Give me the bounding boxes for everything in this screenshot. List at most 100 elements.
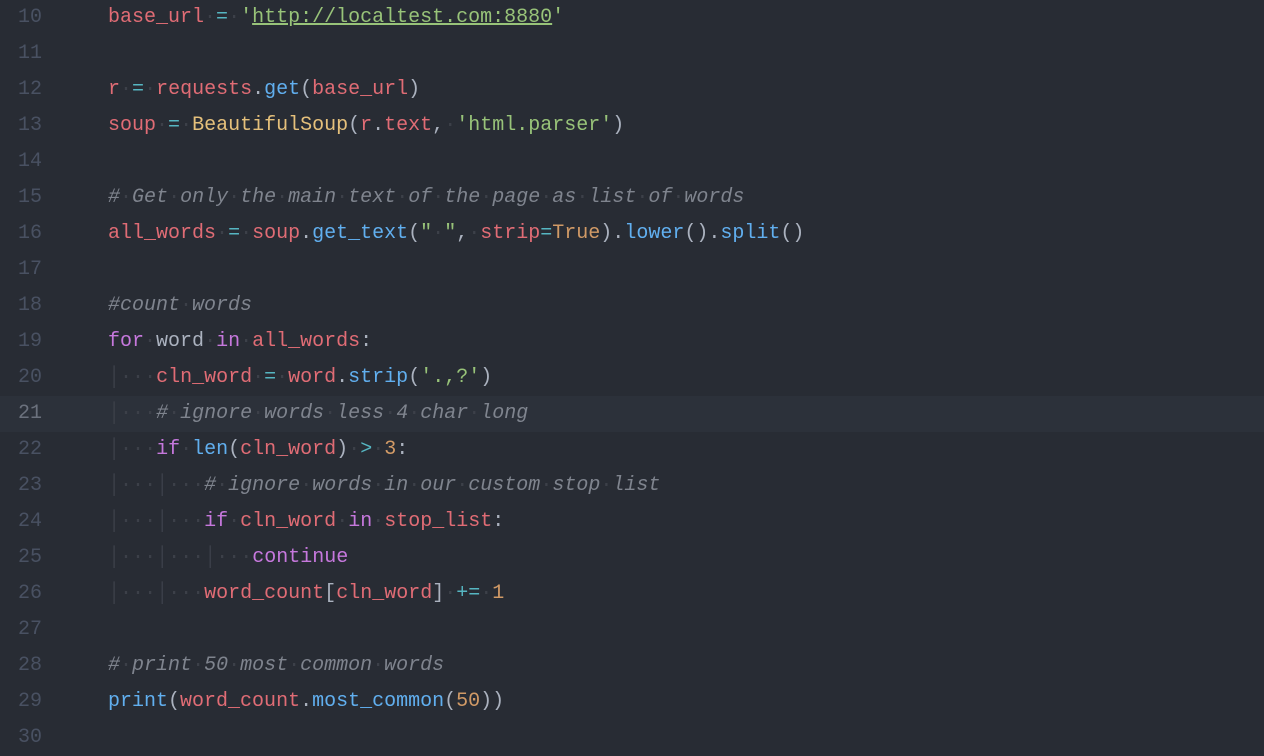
line-number[interactable]: 28 — [0, 648, 60, 684]
token: 4 — [396, 402, 408, 425]
line-number[interactable]: 23 — [0, 468, 60, 504]
code-line[interactable]: 29 print(word_count.most_common(50)) — [0, 684, 1264, 720]
token: ) — [600, 222, 612, 245]
line-content[interactable]: #·print·50·most·common·words — [60, 648, 1264, 684]
line-number[interactable]: 10 — [0, 0, 60, 36]
token: # — [156, 402, 168, 425]
line-number[interactable]: 24 — [0, 504, 60, 540]
line-content[interactable]: print(word_count.most_common(50)) — [60, 684, 1264, 720]
line-number[interactable]: 29 — [0, 684, 60, 720]
line-content[interactable]: │···if·len(cln_word)·>·3: — [60, 432, 1264, 468]
line-content[interactable]: soup·=·BeautifulSoup(r.text,·'html.parse… — [60, 108, 1264, 144]
token: · — [180, 294, 192, 317]
line-number[interactable]: 30 — [0, 720, 60, 756]
line-number[interactable]: 26 — [0, 576, 60, 612]
token: │ — [156, 540, 168, 576]
line-number[interactable]: 12 — [0, 72, 60, 108]
line-content[interactable]: │···cln_word·=·word.strip('.,?') — [60, 360, 1264, 396]
token: most_common — [312, 690, 444, 713]
code-line[interactable]: 14 — [0, 144, 1264, 180]
line-number[interactable]: 19 — [0, 324, 60, 360]
token: all_words — [108, 222, 216, 245]
token: : — [360, 330, 372, 353]
token: · — [120, 654, 132, 677]
line-content[interactable]: r·=·requests.get(base_url) — [60, 72, 1264, 108]
code-line[interactable]: 18 #count·words — [0, 288, 1264, 324]
line-content[interactable]: all_words·=·soup.get_text("·",·strip=Tru… — [60, 216, 1264, 252]
token: · — [240, 546, 252, 569]
token: #count — [108, 294, 180, 317]
code-line[interactable]: 30 — [0, 720, 1264, 756]
line-number[interactable]: 25 — [0, 540, 60, 576]
token: base_url — [312, 78, 408, 101]
line-number[interactable]: 17 — [0, 252, 60, 288]
code-line[interactable]: 16 all_words·=·soup.get_text("·",·strip=… — [0, 216, 1264, 252]
token: · — [456, 474, 468, 497]
line-content[interactable]: #count·words — [60, 288, 1264, 324]
token: · — [480, 582, 492, 605]
token: = — [216, 6, 228, 29]
token: > — [360, 438, 372, 461]
token: ( — [348, 114, 360, 137]
line-content[interactable]: base_url·=·'http://localtest.com:8880' — [60, 0, 1264, 36]
token: ) — [492, 690, 504, 713]
code-line[interactable]: 28 #·print·50·most·common·words — [0, 648, 1264, 684]
line-content[interactable]: │···│···word_count[cln_word]·+=·1 — [60, 576, 1264, 612]
line-number[interactable]: 21 — [0, 396, 60, 432]
token: · — [204, 6, 216, 29]
token: split — [720, 222, 780, 245]
token: · — [120, 402, 132, 425]
code-line[interactable]: 25 │···│···│···continue — [0, 540, 1264, 576]
code-line[interactable]: 26 │···│···word_count[cln_word]·+=·1 — [0, 576, 1264, 612]
line-number[interactable]: 11 — [0, 36, 60, 72]
token: page — [492, 186, 540, 209]
token: · — [168, 582, 180, 605]
code-line[interactable]: 13 soup·=·BeautifulSoup(r.text,·'html.pa… — [0, 108, 1264, 144]
token: · — [228, 510, 240, 533]
code-line[interactable]: 10 base_url·=·'http://localtest.com:8880… — [0, 0, 1264, 36]
code-line[interactable]: 19 for·word·in·all_words: — [0, 324, 1264, 360]
token: word_count — [204, 582, 324, 605]
code-line[interactable]: 23 │···│···#·ignore·words·in·our·custom·… — [0, 468, 1264, 504]
token: of — [408, 186, 432, 209]
token: · — [144, 366, 156, 389]
code-line[interactable]: 11 — [0, 36, 1264, 72]
line-content[interactable]: for·word·in·all_words: — [60, 324, 1264, 360]
code-editor[interactable]: 10 base_url·=·'http://localtest.com:8880… — [0, 0, 1264, 754]
token: ) — [612, 114, 624, 137]
token: · — [192, 510, 204, 533]
code-line[interactable]: 17 — [0, 252, 1264, 288]
line-number[interactable]: 27 — [0, 612, 60, 648]
line-content[interactable]: │···│···if·cln_word·in·stop_list: — [60, 504, 1264, 540]
code-line[interactable]: 21 │···#·ignore·words·less·4·char·long — [0, 396, 1264, 432]
code-line[interactable]: 20 │···cln_word·=·word.strip('.,?') — [0, 360, 1264, 396]
line-number[interactable]: 15 — [0, 180, 60, 216]
code-line[interactable]: 12 r·=·requests.get(base_url) — [0, 72, 1264, 108]
code-line[interactable]: 22 │···if·len(cln_word)·>·3: — [0, 432, 1264, 468]
token: of — [648, 186, 672, 209]
token: · — [144, 402, 156, 425]
line-number[interactable]: 16 — [0, 216, 60, 252]
code-line[interactable]: 27 — [0, 612, 1264, 648]
code-line[interactable]: 24 │···│···if·cln_word·in·stop_list: — [0, 504, 1264, 540]
line-number[interactable]: 20 — [0, 360, 60, 396]
code-line[interactable]: 15 #·Get·only·the·main·text·of·the·page·… — [0, 180, 1264, 216]
line-content[interactable]: #·Get·only·the·main·text·of·the·page·as·… — [60, 180, 1264, 216]
token: ) — [480, 690, 492, 713]
line-number[interactable]: 18 — [0, 288, 60, 324]
token: · — [132, 546, 144, 569]
token: · — [384, 402, 396, 425]
line-content[interactable]: │···│···#·ignore·words·in·our·custom·sto… — [60, 468, 1264, 504]
line-number[interactable]: 14 — [0, 144, 60, 180]
token: list — [588, 186, 636, 209]
line-content[interactable]: │···│···│···continue — [60, 540, 1264, 576]
token: · — [180, 546, 192, 569]
token: common — [300, 654, 372, 677]
token: len — [192, 438, 228, 461]
line-number[interactable]: 22 — [0, 432, 60, 468]
line-number[interactable]: 13 — [0, 108, 60, 144]
token: · — [120, 366, 132, 389]
line-content[interactable]: │···#·ignore·words·less·4·char·long — [60, 396, 1264, 432]
token: · — [372, 510, 384, 533]
token: · — [276, 366, 288, 389]
